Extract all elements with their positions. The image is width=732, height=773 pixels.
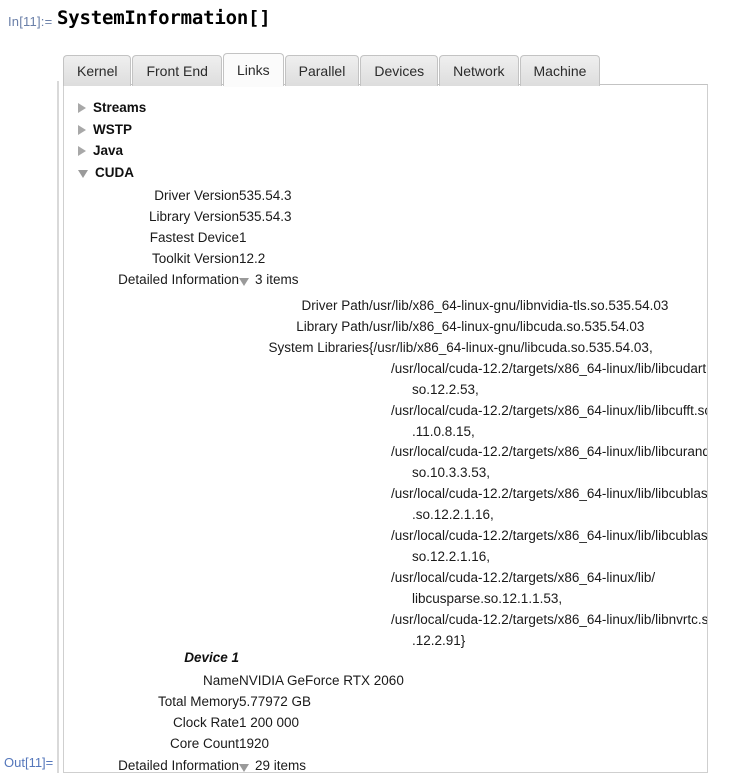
- tab-front-end[interactable]: Front End: [132, 55, 222, 86]
- system-library-line: /usr/local/cuda-12.2/targets/x86_64-linu…: [391, 528, 708, 543]
- property-key: Core Count: [169, 736, 239, 751]
- property-key: Library Version: [148, 209, 239, 224]
- tab-devices[interactable]: Devices: [360, 55, 439, 86]
- system-library-line: so.12.2.1.16,: [412, 549, 491, 564]
- system-library-line: /usr/local/cuda-12.2/targets/x86_64-linu…: [391, 570, 656, 585]
- section-streams-label: Streams: [93, 100, 147, 115]
- property-value: 5.77972 GB: [239, 694, 312, 709]
- system-library-line: /usr/local/cuda-12.2/targets/x86_64-linu…: [391, 486, 708, 501]
- triangle-down-icon[interactable]: [239, 277, 249, 286]
- input-code-text[interactable]: SystemInformation[]: [57, 7, 271, 29]
- property-key: System Libraries: [268, 340, 369, 355]
- property-key: Total Memory: [157, 694, 239, 709]
- section-java-label: Java: [93, 143, 124, 158]
- property-key: Toolkit Version: [151, 251, 239, 266]
- detailed-information-key: Detailed Information: [118, 272, 239, 287]
- property-key: Library Path: [296, 319, 369, 334]
- system-library-line: .11.0.8.15,: [412, 424, 475, 439]
- system-library-line: /usr/local/cuda-12.2/targets/x86_64-linu…: [391, 444, 708, 459]
- detailed-information-toggle[interactable]: 29 items: [239, 758, 307, 773]
- property-key: Name: [202, 673, 239, 688]
- section-wstp[interactable]: WSTP: [78, 121, 132, 138]
- property-value: /usr/lib/x86_64-linux-gnu/libcuda.so.535…: [369, 319, 645, 334]
- system-library-line: {/usr/lib/x86_64-linux-gnu/libcuda.so.53…: [369, 340, 653, 355]
- system-library-line: .12.2.91}: [412, 633, 466, 648]
- section-streams[interactable]: Streams: [78, 99, 146, 116]
- system-library-line: /usr/local/cuda-12.2/targets/x86_64-linu…: [391, 361, 708, 376]
- property-key: Driver Path: [301, 298, 369, 313]
- device-header: Device 1: [184, 650, 239, 665]
- property-key: Clock Rate: [172, 715, 239, 730]
- section-wstp-label: WSTP: [93, 122, 132, 137]
- cell-bracket-rule: [57, 81, 59, 773]
- item-count-label: 29 items: [255, 758, 307, 773]
- property-value: 1920: [239, 736, 270, 751]
- triangle-right-icon[interactable]: [78, 145, 86, 156]
- property-value: NVIDIA GeForce RTX 2060: [239, 673, 404, 688]
- output-prompt-label: Out[11]=: [4, 755, 54, 770]
- section-java[interactable]: Java: [78, 142, 123, 159]
- triangle-down-icon[interactable]: [78, 169, 88, 178]
- property-key: Driver Version: [154, 188, 239, 203]
- property-value: 1 200 000: [239, 715, 300, 730]
- system-library-line: /usr/local/cuda-12.2/targets/x86_64-linu…: [391, 612, 708, 627]
- section-cuda[interactable]: CUDA: [78, 164, 134, 181]
- item-count-label: 3 items: [255, 272, 299, 287]
- output-cell: Out[11]= Kernel Front End Links Parallel…: [0, 44, 732, 773]
- triangle-right-icon[interactable]: [78, 124, 86, 135]
- property-key: Fastest Device: [149, 230, 239, 245]
- property-value: /usr/lib/x86_64-linux-gnu/libnvidia-tls.…: [369, 298, 669, 313]
- detailed-information-toggle[interactable]: 3 items: [239, 272, 299, 287]
- property-value: 12.2: [239, 251, 266, 266]
- links-panel: Streams WSTP Java CUDA Driver Version 53…: [63, 84, 708, 773]
- triangle-right-icon[interactable]: [78, 102, 86, 113]
- section-cuda-label: CUDA: [95, 165, 134, 180]
- tab-kernel[interactable]: Kernel: [63, 55, 132, 86]
- property-value: 1: [239, 230, 247, 245]
- tab-parallel[interactable]: Parallel: [284, 55, 360, 86]
- property-value: 535.54.3: [239, 209, 292, 224]
- tab-machine[interactable]: Machine: [519, 55, 601, 86]
- tab-bar: Kernel Front End Links Parallel Devices …: [63, 53, 601, 87]
- tab-links[interactable]: Links: [222, 53, 284, 87]
- detailed-information-key: Detailed Information: [118, 758, 239, 773]
- property-value: 535.54.3: [239, 188, 292, 203]
- system-library-line: so.12.2.53,: [412, 382, 479, 397]
- system-library-line: /usr/local/cuda-12.2/targets/x86_64-linu…: [391, 403, 708, 418]
- input-cell: In[11]:= SystemInformation[]: [0, 0, 732, 44]
- system-library-line: .so.12.2.1.16,: [412, 507, 494, 522]
- input-prompt-label: In[11]:=: [8, 14, 53, 29]
- tab-network[interactable]: Network: [439, 55, 519, 86]
- system-library-line: so.10.3.3.53,: [412, 465, 491, 480]
- triangle-down-icon[interactable]: [239, 763, 249, 772]
- system-library-line: libcusparse.so.12.1.1.53,: [412, 591, 563, 606]
